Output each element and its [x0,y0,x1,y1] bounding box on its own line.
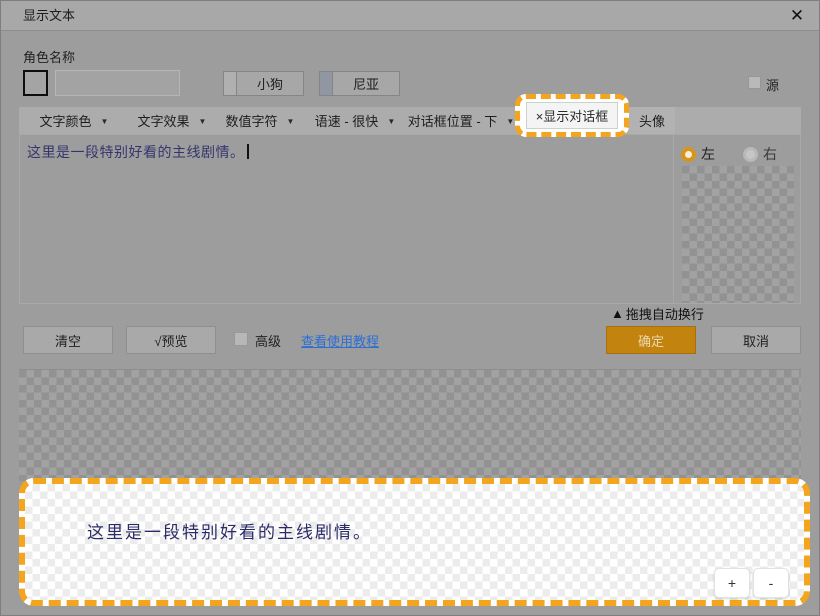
zoom-out-button[interactable]: - [753,568,789,598]
text-cursor [246,144,249,159]
editor-text: 这里是一段特别好看的主线剧情。 [27,144,245,160]
dropdown-label: 文字颜色 [39,114,92,129]
avatar-transparency-preview[interactable] [682,166,794,303]
name-color-swatch[interactable] [23,70,48,96]
tutorial-link[interactable]: 查看使用教程 [301,331,379,350]
chevron-down-icon: ▼ [286,116,295,126]
ok-button[interactable]: 确定 [606,326,696,354]
radio-selected-icon [681,146,696,162]
radio-right-label: 右 [763,146,777,162]
chevron-down-icon: ▼ [100,116,109,126]
dropdown-text-effect[interactable]: 文字效果 ▼ [127,107,217,134]
chevron-down-icon: ▼ [506,116,515,126]
avatar-side-radios: 左 右 [681,144,777,164]
preset-color-chip [320,72,333,95]
dropdown-label: 文字效果 [137,114,190,129]
radio-right[interactable]: 右 [743,144,777,164]
triangle-up-icon: ▲ [611,306,624,321]
dropdown-label: 语速 - 很快 [314,114,379,129]
preset-label: 小狗 [256,77,283,92]
character-name-input[interactable] [55,70,180,96]
title-bar: 显示文本 ✕ [1,1,819,31]
dropdown-numeric-char[interactable]: 数值字符 ▼ [214,107,306,134]
dialog-text-editor[interactable]: 这里是一段特别好看的主线剧情。 [20,135,674,303]
advanced-checkbox-label: 高级 [255,334,282,349]
preview-button[interactable]: √预览 [126,326,216,354]
zoom-in-button[interactable]: + [714,568,750,598]
clear-button[interactable]: 清空 [23,326,113,354]
chevron-down-icon: ▼ [198,116,207,126]
source-checkbox-label: 源 [766,78,780,93]
chevron-down-icon: ▼ [387,116,396,126]
dialog-title: 显示文本 [23,8,76,23]
advanced-checkbox[interactable] [234,332,248,346]
stage-transparency-area [19,369,801,481]
character-preset-button-niya[interactable]: 尼亚 [319,71,400,96]
display-text-dialog: 显示文本 ✕ 角色名称 小狗 尼亚 源 文字颜色 ▼ 文字效果 ▼ 数值字符 ▼… [0,0,820,616]
drag-hint-label: 拖拽自动换行 [625,307,704,322]
radio-left[interactable]: 左 [681,144,715,164]
dropdown-label: 数值字符 [225,114,278,129]
cancel-button[interactable]: 取消 [711,326,801,354]
editor-area: 这里是一段特别好看的主线剧情。 左 右 [19,134,801,304]
preset-label: 尼亚 [352,77,379,92]
dropdown-label: 对话框位置 - 下 [407,114,498,129]
show-dialog-toggle[interactable]: ×显示对话框 [525,102,619,129]
avatar-panel: 左 右 [675,135,801,303]
close-icon[interactable]: ✕ [783,1,811,31]
preset-color-chip [224,72,237,95]
dropdown-speech-speed[interactable]: 语速 - 很快 ▼ [304,107,406,134]
character-name-label: 角色名称 [23,50,76,65]
avatar-tab-label: 头像 [638,114,665,129]
drag-hint: ▲ 拖拽自动换行 [611,304,704,323]
format-toolbar: 文字颜色 ▼ 文字效果 ▼ 数值字符 ▼ 语速 - 很快 ▼ 对话框位置 - 下… [19,107,801,134]
avatar-tab-button[interactable]: 头像 [629,107,675,134]
highlight-dashed-ring: ×显示对话框 [515,94,629,137]
dropdown-dialog-position[interactable]: 对话框位置 - 下 ▼ [402,107,520,134]
radio-unselected-icon [743,146,758,162]
preview-dialog-box[interactable]: 这里是一段特别好看的主线剧情。 + - [19,478,810,606]
radio-left-label: 左 [701,146,715,162]
character-preset-button-xiaogou[interactable]: 小狗 [223,71,304,96]
source-checkbox[interactable] [748,76,761,89]
dropdown-text-color[interactable]: 文字颜色 ▼ [23,107,125,134]
preview-dialog-text: 这里是一段特别好看的主线剧情。 [87,523,372,542]
